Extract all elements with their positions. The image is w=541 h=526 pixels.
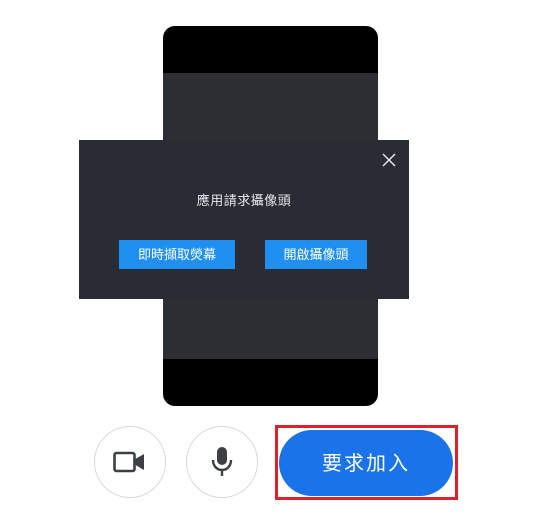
meeting-preview-screen: 應用請求攝像頭 即時擷取熒幕 開啟攝像頭 要求加入: [0, 0, 541, 526]
close-icon[interactable]: [381, 152, 397, 168]
share-screen-button[interactable]: 即時擷取熒幕: [119, 240, 235, 269]
dialog-title: 應用請求攝像頭: [196, 194, 292, 209]
open-camera-button[interactable]: 開啟攝像頭: [265, 240, 367, 269]
camera-permission-dialog: 應用請求攝像頭 即時擷取熒幕 開啟攝像頭: [79, 140, 409, 299]
microphone-icon: [211, 447, 233, 476]
ask-to-join-button[interactable]: 要求加入: [279, 430, 453, 496]
video-camera-icon: [113, 451, 144, 473]
camera-toggle-button[interactable]: [94, 426, 166, 498]
microphone-toggle-button[interactable]: [186, 426, 258, 498]
